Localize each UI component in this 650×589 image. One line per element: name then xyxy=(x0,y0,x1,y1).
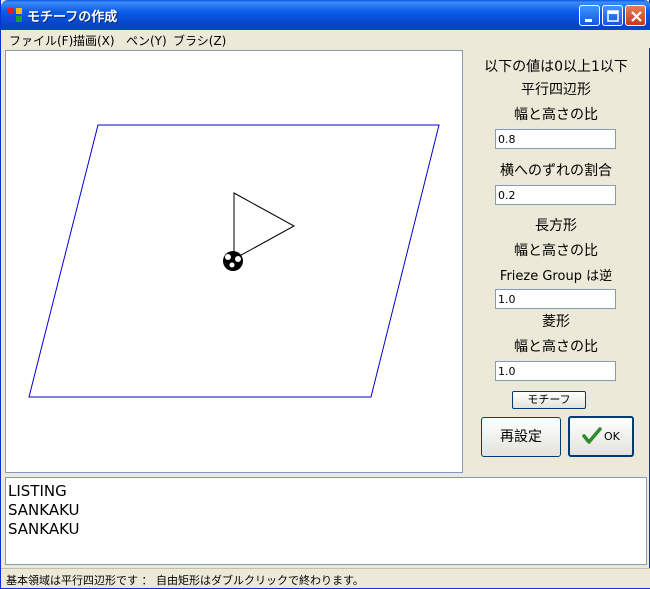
checkmark-icon xyxy=(582,427,602,444)
app-window: モチーフの作成 ファイル(F) 描画(X) ペン(Y) ブラシ(Z) 以下の値は… xyxy=(0,0,650,589)
minimize-icon xyxy=(585,19,592,22)
close-button[interactable] xyxy=(625,5,646,26)
menu-pen[interactable]: ペン(Y) xyxy=(126,32,167,49)
parallelogram-ratio-label: 幅と高さの比 xyxy=(514,107,598,123)
parallelogram-ratio-input[interactable] xyxy=(495,129,616,149)
drawing-canvas[interactable] xyxy=(5,50,463,473)
shift-ratio-input[interactable] xyxy=(495,185,616,205)
rectangle-ratio-input[interactable] xyxy=(495,289,616,309)
list-item: SANKAKU xyxy=(8,501,80,519)
rectangle-heading: 長方形 xyxy=(535,218,577,234)
listing-output[interactable]: LISTING SANKAKU SANKAKU xyxy=(5,477,647,565)
window-title: モチーフの作成 xyxy=(27,10,118,25)
motif-button[interactable]: モチーフ xyxy=(512,391,586,409)
parallelogram-heading: 平行四辺形 xyxy=(521,82,591,98)
motif-triangle[interactable] xyxy=(233,192,296,260)
reset-button[interactable]: 再設定 xyxy=(481,417,561,457)
title-bar[interactable]: モチーフの作成 xyxy=(1,0,650,30)
rhombus-ratio-label: 幅と高さの比 xyxy=(514,339,598,355)
list-item: SANKAKU xyxy=(8,520,80,538)
menu-draw[interactable]: 描画(X) xyxy=(73,32,115,49)
shift-ratio-label: 横へのずれの割合 xyxy=(500,163,612,179)
rectangle-ratio-label: 幅と高さの比 xyxy=(514,243,598,259)
frieze-group-label: Frieze Group は逆 xyxy=(499,269,613,284)
ok-button-label: OK xyxy=(604,430,620,443)
menu-brush[interactable]: ブラシ(Z) xyxy=(173,32,226,49)
close-icon xyxy=(631,11,642,22)
status-bar: 基本領域は平行四辺形です ： 自由矩形はダブルクリックで終わります。 xyxy=(1,568,650,588)
rhombus-ratio-input[interactable] xyxy=(495,361,616,381)
settings-panel: 以下の値は0以上1以下 平行四辺形 幅と高さの比 横へのずれの割合 長方形 幅と… xyxy=(465,50,647,473)
menu-file[interactable]: ファイル(F) xyxy=(9,32,73,49)
motif-anchor-handle[interactable] xyxy=(223,251,243,271)
minimize-button[interactable] xyxy=(579,5,600,26)
maximize-button[interactable] xyxy=(602,5,623,26)
maximize-icon xyxy=(607,10,619,22)
status-text: 基本領域は平行四辺形です ： 自由矩形はダブルクリックで終わります。 xyxy=(6,574,364,587)
list-item: LISTING xyxy=(8,482,67,500)
app-icon xyxy=(8,8,22,22)
ok-button[interactable]: OK xyxy=(568,416,634,457)
rhombus-heading: 菱形 xyxy=(542,314,570,330)
range-note: 以下の値は0以上1以下 xyxy=(484,59,628,75)
menu-bar: ファイル(F) 描画(X) ペン(Y) ブラシ(Z) xyxy=(1,30,650,48)
